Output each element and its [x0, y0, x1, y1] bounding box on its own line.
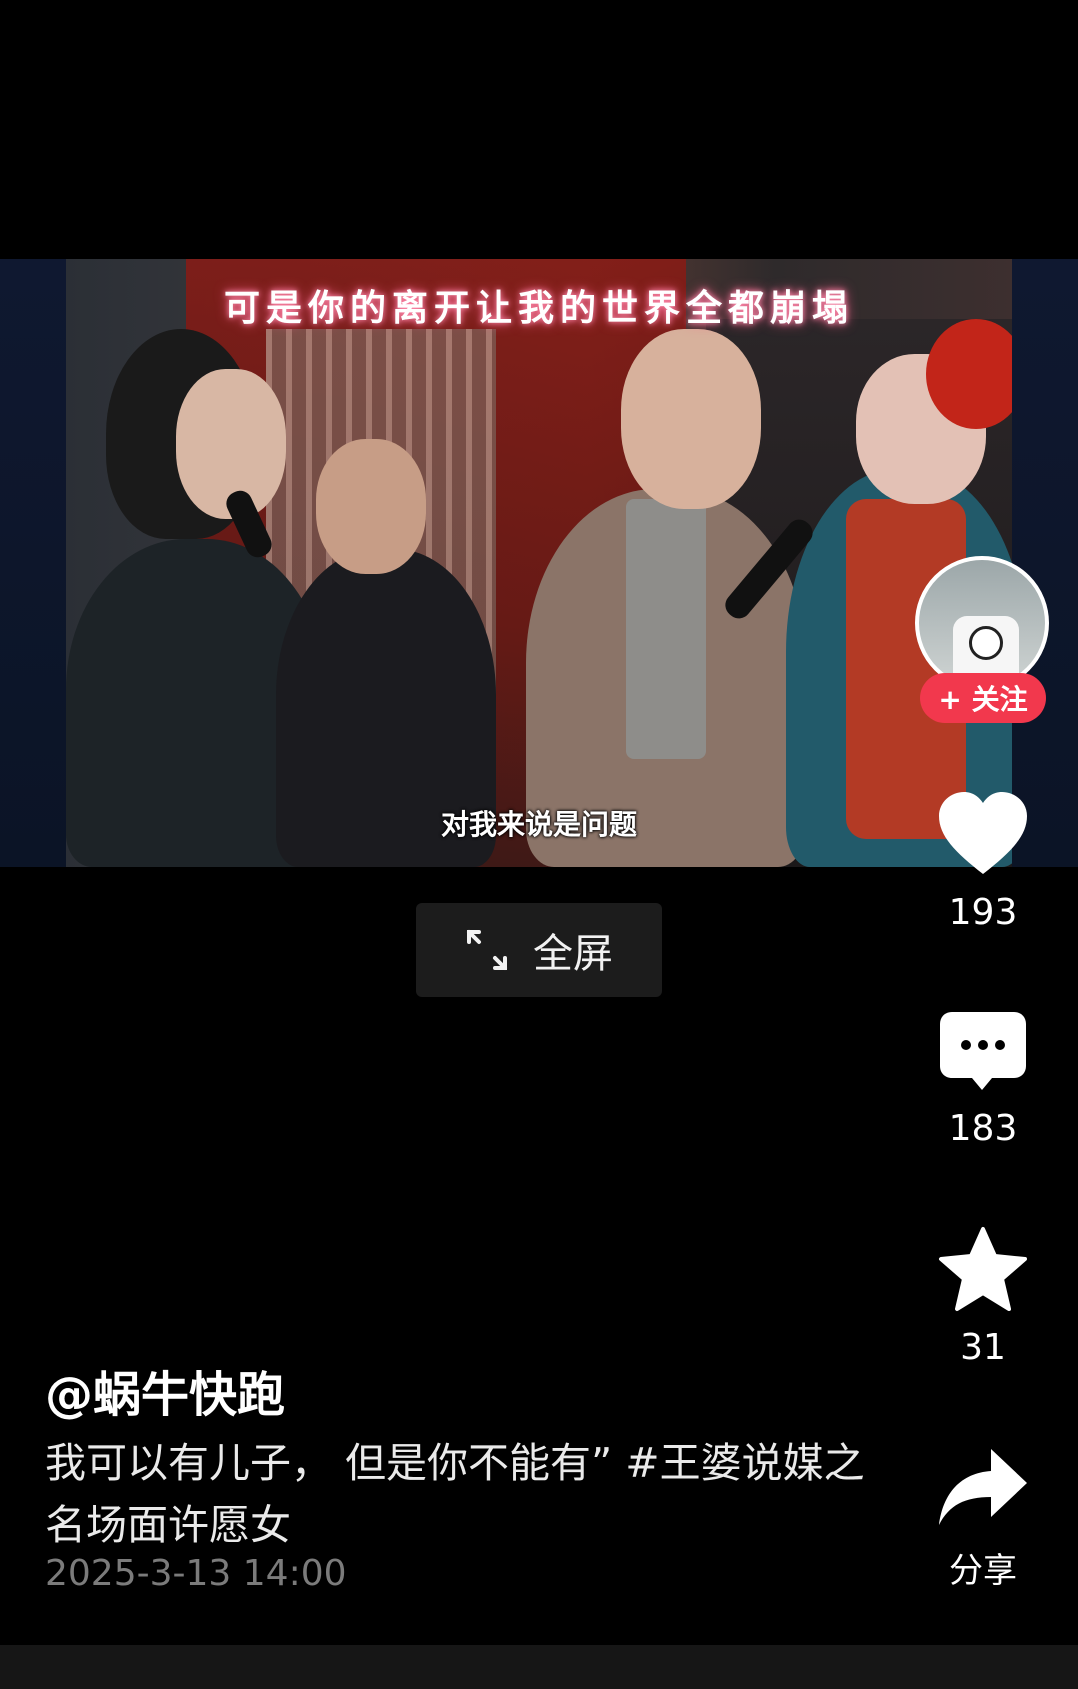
post-description: 我可以有儿子， 但是你不能有” #王婆说媒之名场面许愿女 — [45, 1439, 865, 1549]
like-count: 193 — [948, 892, 1018, 933]
post-timestamp: 2025-3-13 14:00 — [45, 1553, 347, 1594]
man-left-face — [316, 439, 426, 574]
man-center-shirt — [626, 499, 706, 759]
man-center-face — [621, 329, 761, 509]
heart-icon — [939, 792, 1027, 874]
comment-count: 183 — [948, 1108, 1018, 1149]
fullscreen-button[interactable]: 全屏 — [416, 903, 662, 997]
like-button[interactable]: 193 — [918, 790, 1048, 933]
favorite-button[interactable]: 31 — [918, 1225, 1048, 1368]
video-player[interactable]: 可是你的离开让我的世界全都崩塌 对我来说是问题 — [66, 259, 1012, 867]
author-avatar[interactable] — [915, 556, 1049, 690]
lyric-overlay: 可是你的离开让我的世界全都崩塌 — [223, 287, 854, 329]
author-name[interactable]: @蜗牛快跑 — [45, 1355, 285, 1425]
share-label: 分享 — [949, 1551, 1017, 1591]
share-button[interactable]: 分享 — [918, 1445, 1048, 1592]
fullscreen-label: 全屏 — [533, 931, 613, 977]
comment-button[interactable]: 183 — [918, 1010, 1048, 1149]
bottom-comment-bar[interactable] — [0, 1645, 1078, 1689]
video-subtitle: 对我来说是问题 — [440, 808, 637, 841]
expand-icon — [465, 928, 509, 972]
share-icon — [939, 1449, 1027, 1525]
comment-icon — [940, 1012, 1026, 1090]
star-icon — [939, 1227, 1027, 1311]
follow-button[interactable]: + 关注 — [920, 673, 1046, 723]
favorite-count: 31 — [960, 1327, 1006, 1368]
avatar-panda — [969, 626, 1003, 660]
